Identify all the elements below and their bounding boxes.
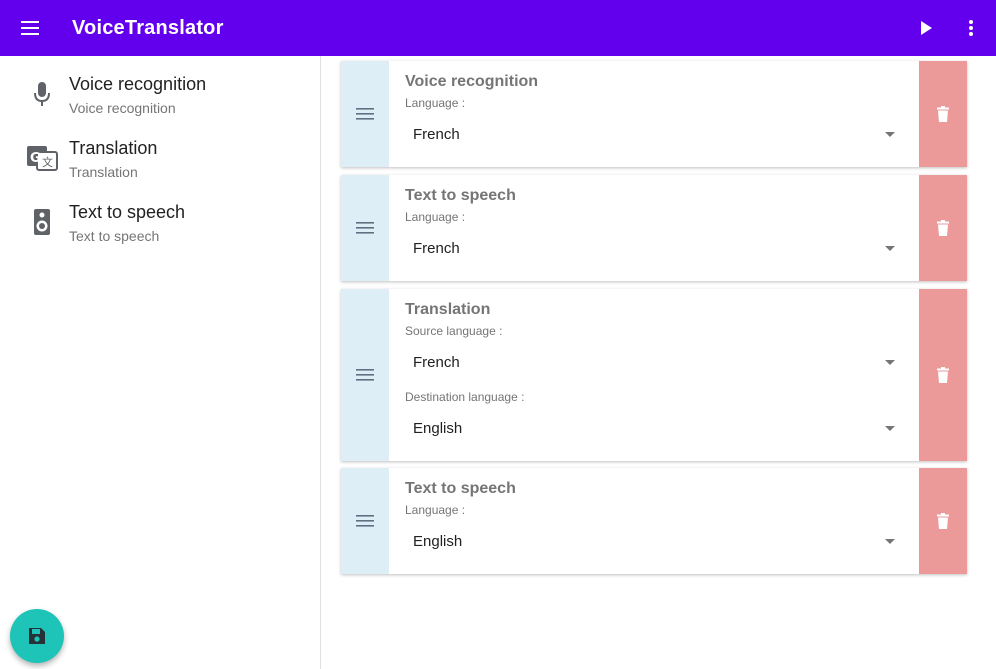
sidebar-item-voice-recognition[interactable]: Voice recognition Voice recognition [0, 62, 320, 122]
microphone-icon [24, 78, 60, 110]
svg-text:文: 文 [42, 155, 53, 169]
translate-icon: G 文 [24, 142, 60, 174]
trash-icon [937, 367, 949, 383]
drag-handle[interactable] [341, 175, 389, 281]
dropdown-arrow-icon [885, 132, 895, 137]
drag-handle[interactable] [341, 289, 389, 461]
source-language-value: French [413, 354, 460, 371]
trash-icon [937, 513, 949, 529]
delete-button[interactable] [919, 289, 967, 461]
play-icon[interactable] [906, 0, 946, 56]
pipeline-card-text-to-speech: Text to speech Language : French [341, 175, 967, 281]
card-title: Voice recognition [405, 73, 539, 90]
sidebar-item-subtitle: Text to speech [69, 228, 160, 244]
destination-language-select[interactable]: English [405, 416, 895, 444]
delete-button[interactable] [919, 61, 967, 167]
menu-icon[interactable] [0, 0, 60, 56]
card-body: Text to speech Language : French [389, 175, 919, 281]
dropdown-arrow-icon [885, 539, 895, 544]
card-title: Translation [405, 301, 491, 318]
sidebar: Voice recognition Voice recognition G 文 … [0, 56, 321, 669]
sidebar-item-title: Translation [69, 138, 158, 158]
drag-handle-icon [356, 369, 374, 381]
sidebar-item-subtitle: Translation [69, 164, 138, 180]
dropdown-arrow-icon [885, 426, 895, 431]
source-language-select[interactable]: French [405, 350, 895, 378]
language-select-value: English [413, 533, 463, 550]
drag-handle[interactable] [341, 468, 389, 574]
pipeline-card-text-to-speech: Text to speech Language : English [341, 468, 967, 574]
card-body: Text to speech Language : English [389, 468, 919, 574]
save-button[interactable] [10, 609, 64, 663]
save-icon [29, 628, 45, 644]
drag-handle-icon [356, 515, 374, 527]
sidebar-item-title: Text to speech [69, 202, 186, 222]
sidebar-item-text-to-speech[interactable]: Text to speech Text to speech [0, 190, 320, 250]
dropdown-arrow-icon [885, 246, 895, 251]
svg-text:G: G [30, 151, 41, 166]
language-label: Language : [405, 96, 466, 110]
pipeline-card-voice-recognition: Voice recognition Language : French [341, 61, 967, 167]
trash-icon [937, 106, 949, 122]
trash-icon [937, 220, 949, 236]
language-select-value: French [413, 126, 460, 143]
language-select[interactable]: French [405, 122, 895, 150]
card-title: Text to speech [405, 187, 516, 204]
appbar-actions [906, 0, 996, 56]
destination-language-value: English [413, 420, 463, 437]
language-label: Language : [405, 210, 466, 224]
language-select-value: French [413, 240, 460, 257]
destination-language-label: Destination language : [405, 390, 525, 404]
drag-handle-icon [356, 222, 374, 234]
sidebar-item-translation[interactable]: G 文 Translation Translation [0, 126, 320, 186]
speaker-icon [24, 206, 60, 238]
card-body: Voice recognition Language : French [389, 61, 919, 167]
app-title: VoiceTranslator [72, 16, 224, 39]
card-body: Translation Source language : French Des… [389, 289, 919, 461]
more-vert-icon[interactable] [946, 0, 996, 56]
delete-button[interactable] [919, 175, 967, 281]
drag-handle-icon [356, 108, 374, 120]
card-title: Text to speech [405, 480, 516, 497]
delete-button[interactable] [919, 468, 967, 574]
pipeline-card-translation: Translation Source language : French Des… [341, 289, 967, 461]
app-bar: VoiceTranslator [0, 0, 996, 56]
sidebar-item-subtitle: Voice recognition [69, 100, 176, 116]
dropdown-arrow-icon [885, 360, 895, 365]
language-select[interactable]: French [405, 236, 895, 264]
sidebar-item-title: Voice recognition [69, 74, 207, 94]
language-select[interactable]: English [405, 529, 895, 557]
drag-handle[interactable] [341, 61, 389, 167]
language-label: Language : [405, 503, 466, 517]
source-language-label: Source language : [405, 324, 503, 338]
